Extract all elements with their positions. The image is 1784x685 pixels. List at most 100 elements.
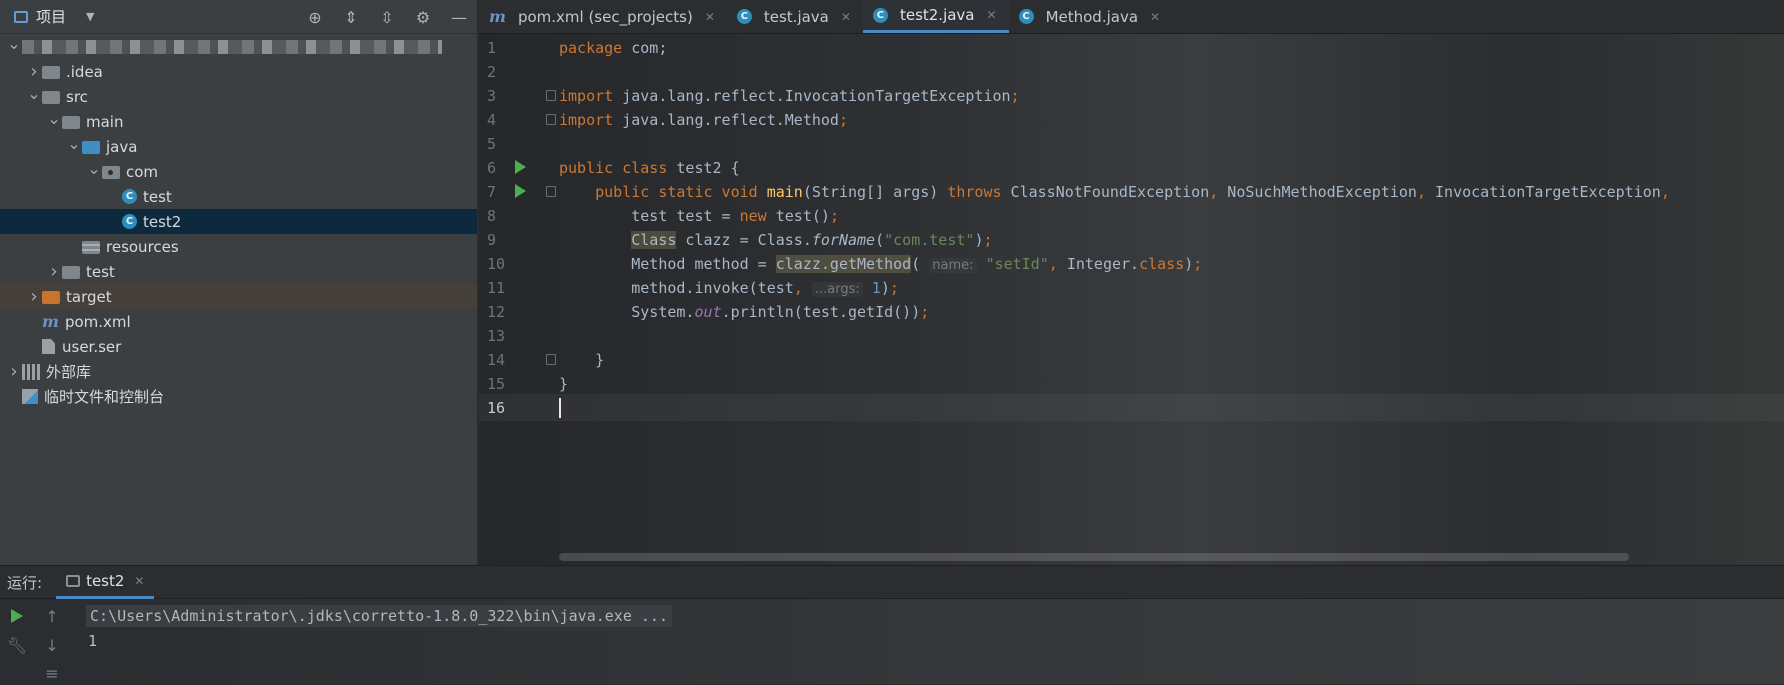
code-line[interactable]: 12 System.out.println(test.getId()); (479, 298, 1784, 325)
token: , (1660, 182, 1670, 201)
token: Integer. (1057, 254, 1140, 273)
code-line[interactable]: 15} (479, 370, 1784, 397)
tree-item[interactable]: ⌄ src (0, 84, 477, 109)
wrench-icon[interactable]: 🔧︎ (7, 635, 27, 655)
fold-icon[interactable] (546, 90, 556, 101)
tree-item[interactable]: › test (0, 259, 477, 284)
menu-icon[interactable]: ≡ (42, 663, 62, 683)
chevron-down-icon[interactable]: ⌄ (86, 159, 102, 178)
project-panel-title[interactable]: 项目 (36, 6, 66, 27)
collapse-all-icon[interactable]: ⇳ (377, 7, 397, 27)
line-number: 9 (487, 230, 497, 249)
code-line[interactable]: 10 Method method = clazz.getMethod( name… (479, 250, 1784, 277)
close-icon[interactable]: ✕ (705, 10, 715, 24)
param-hint: ...args: (811, 281, 863, 297)
chevron-down-icon[interactable]: ▼ (86, 10, 94, 23)
token: 1 (871, 278, 881, 297)
console-toolbar: ↑ 🔧︎ ↓ ≡ (0, 599, 70, 685)
arrow-down-icon[interactable]: ↓ (42, 635, 62, 655)
arrow-up-icon[interactable]: ↑ (42, 606, 62, 626)
line-number: 11 (487, 278, 506, 297)
fold-icon[interactable] (546, 114, 556, 125)
tree-item[interactable]: ⌄ com (0, 159, 477, 184)
fold-icon[interactable] (546, 186, 556, 197)
chevron-down-icon[interactable]: ⌄ (26, 84, 42, 103)
token: import (559, 86, 614, 105)
code-line[interactable]: 8 test test = new test(); (479, 202, 1784, 229)
tree-item-label: test2 (143, 212, 182, 231)
chevron-right-icon[interactable]: › (26, 61, 42, 82)
token: ; (983, 230, 993, 249)
chevron-right-icon[interactable]: › (26, 286, 42, 307)
token: "com.test" (884, 230, 975, 249)
text-cursor (559, 397, 561, 418)
locate-icon[interactable]: ⊕ (305, 7, 325, 27)
code-line[interactable]: 14 } (479, 346, 1784, 373)
code-line[interactable]: 13 (479, 322, 1784, 349)
run-label: 运行: (7, 573, 43, 592)
editor-tab[interactable]: C Method.java ✕ (1009, 0, 1173, 33)
editor-tab[interactable]: Ctest.java ✕ (727, 0, 863, 33)
code-line[interactable]: 6 public class test2 { (479, 154, 1784, 181)
horizontal-scrollbar[interactable] (559, 553, 1629, 561)
tree-item-label: src (66, 87, 88, 106)
code-line[interactable]: 2 (479, 58, 1784, 85)
token: } (559, 374, 569, 393)
line-number: 2 (487, 62, 497, 81)
chevron-right-icon[interactable]: › (46, 261, 62, 282)
code-line[interactable]: 7 public static void main(String[] args)… (479, 178, 1784, 205)
token: out (694, 302, 722, 321)
tree-item-label: com (126, 162, 159, 181)
code-line-current[interactable]: 16 (479, 394, 1784, 421)
console-output[interactable]: C:\Users\Administrator\.jdks\corretto-1.… (86, 599, 1784, 684)
code-line[interactable]: 5 (479, 130, 1784, 157)
code-line[interactable]: 9 Class clazz = Class.forName("com.test"… (479, 226, 1784, 253)
code-line[interactable]: 1 package com; (479, 34, 1784, 61)
run-tab-test2[interactable]: test2 ✕ (56, 566, 155, 599)
code-line[interactable]: 4 import java.lang.reflect.Method; (479, 106, 1784, 133)
tree-item[interactable]: 临时文件和控制台 (0, 384, 477, 409)
token: test() (766, 206, 830, 225)
tree-item[interactable]: user.ser (0, 334, 477, 359)
close-icon[interactable]: ✕ (987, 8, 997, 22)
run-tab-label: test2 (86, 571, 125, 590)
token: method.invoke(test (631, 278, 794, 297)
tree-item[interactable]: › .idea (0, 59, 477, 84)
token: class (1139, 254, 1185, 273)
chevron-down-icon[interactable]: ⌄ (66, 134, 82, 153)
tree-item[interactable]: › target (0, 284, 477, 309)
token: } (595, 350, 605, 369)
param-hint: name: (929, 257, 977, 273)
code-line[interactable]: 3 import java.lang.reflect.InvocationTarg… (479, 82, 1784, 109)
run-gutter-icon[interactable] (515, 184, 526, 198)
tree-item[interactable]: ⌄ main (0, 109, 477, 134)
tree-item[interactable]: Ctest (0, 184, 477, 209)
fold-icon[interactable] (546, 354, 556, 365)
tree-item[interactable]: ⌄ java (0, 134, 477, 159)
editor-tab[interactable]: m pom.xml (sec_projects) ✕ (479, 0, 727, 33)
close-icon[interactable]: ✕ (134, 574, 144, 588)
token: com; (622, 38, 668, 57)
chevron-down-icon[interactable]: ⌄ (6, 34, 22, 53)
editor-tab-label: Method.java (1045, 7, 1139, 26)
tree-item[interactable]: Ctest2 (0, 209, 477, 234)
code-line[interactable]: 11 method.invoke(test, ...args: 1); (479, 274, 1784, 301)
editor-tab[interactable]: Ctest2.java ✕ (862, 0, 1009, 33)
tree-item[interactable]: › 外部库 (0, 359, 477, 384)
run-gutter-icon[interactable] (515, 160, 526, 174)
token: ( (875, 230, 885, 249)
token: ; (1010, 86, 1020, 105)
close-icon[interactable]: ✕ (841, 10, 851, 24)
token: Method method = (631, 254, 776, 273)
gear-icon[interactable]: ⚙ (413, 7, 433, 27)
tree-item[interactable]: m pom.xml (0, 309, 477, 334)
minimize-icon[interactable]: — (449, 7, 469, 27)
chevron-right-icon[interactable]: › (6, 361, 22, 382)
code-editor[interactable]: 1 package com; 2 3 import java.lang.reflec… (479, 34, 1784, 565)
expand-all-icon[interactable]: ⇕ (341, 7, 361, 27)
chevron-down-icon[interactable]: ⌄ (46, 109, 62, 128)
rerun-icon[interactable] (7, 606, 27, 626)
tree-item[interactable]: resources (0, 234, 477, 259)
close-icon[interactable]: ✕ (1150, 10, 1160, 24)
tree-item[interactable]: ⌄ (0, 34, 477, 59)
